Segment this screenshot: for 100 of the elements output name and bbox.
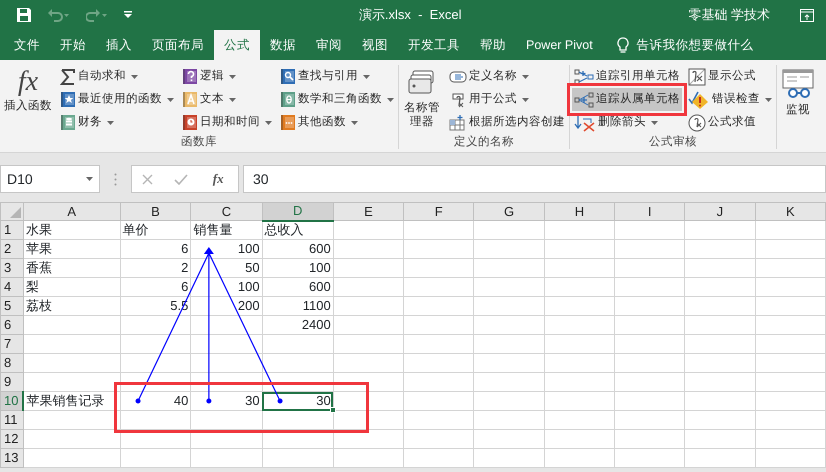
letter-book-icon (182, 91, 198, 108)
ribbon-tab[interactable]: 视图 (352, 30, 398, 60)
table-cell: 2400 (302, 317, 331, 332)
row-header[interactable]: 4 (0, 278, 24, 296)
trace-precedents-icon (574, 68, 594, 84)
ribbon-button[interactable]: 数学和三角函数 (278, 88, 396, 111)
column-header[interactable]: F (404, 202, 474, 220)
select-all-icon[interactable] (10, 207, 21, 218)
row-header[interactable]: 9 (0, 372, 24, 392)
ribbon-button[interactable]: 根据所选内容创建 (447, 111, 567, 134)
ribbon-button[interactable]: 财务 (58, 111, 176, 134)
ribbon-button[interactable]: 其他函数 (278, 111, 396, 134)
column-header[interactable]: H (544, 202, 615, 220)
star-book-icon (60, 91, 76, 108)
ribbon-tab[interactable]: 开始 (50, 30, 96, 60)
ribbon-button[interactable]: 查找与引用 (278, 65, 396, 88)
ribbon-button[interactable]: 文本 (180, 88, 274, 111)
customize-icon[interactable] (124, 11, 132, 19)
function-icon: fx (18, 65, 38, 99)
fill-handle[interactable] (330, 407, 336, 413)
row-header[interactable]: 1 (0, 220, 24, 240)
table-cell: 荔枝 (26, 298, 52, 313)
table-cell: 水果 (26, 222, 52, 237)
cancel-icon[interactable] (142, 174, 154, 184)
ribbon-button[interactable]: 监视 (779, 65, 817, 117)
ribbon-button[interactable]: 日期和时间 (180, 111, 274, 134)
column-header[interactable]: J (684, 202, 756, 220)
ribbon-tab[interactable]: 插入 (96, 30, 142, 60)
show-formulas-icon (688, 68, 706, 86)
table-cell: 200 (238, 298, 260, 313)
table-cell: 100 (309, 260, 331, 275)
ribbon-button[interactable]: fx 插入函数 (2, 65, 54, 113)
ribbon-tab[interactable]: 文件 (4, 30, 50, 60)
formula-field[interactable]: 30 (243, 165, 826, 193)
table-create-icon (449, 114, 467, 130)
ribbon-button[interactable]: 追踪引用单元格 (572, 65, 682, 88)
sigma-icon (60, 68, 76, 84)
table-cell: 100 (238, 241, 260, 256)
table-cell: 600 (309, 279, 331, 294)
table-cell: 1100 (302, 298, 331, 313)
table-cell: 单价 (122, 222, 149, 237)
ribbon-button[interactable]: 用于公式 (447, 88, 567, 111)
ribbon-tab[interactable]: 数据 (260, 30, 306, 60)
row-header[interactable]: 3 (0, 258, 24, 278)
ribbon-display-icon[interactable] (800, 8, 814, 22)
table-cell: 6 (181, 241, 188, 256)
insert-function-button[interactable]: fx (208, 169, 228, 189)
database-book-icon (60, 114, 76, 131)
row-header[interactable]: 7 (0, 334, 24, 354)
group-label: 定义的名称 (453, 136, 515, 149)
theta-book-icon (280, 91, 296, 108)
column-header[interactable]: G (474, 202, 544, 220)
column-header[interactable]: K (755, 202, 826, 220)
table-cell: 香蕉 (26, 260, 52, 275)
row-header[interactable]: 11 (0, 410, 24, 430)
magnifier-book-icon (280, 68, 296, 85)
ribbon-button[interactable]: 最近使用的函数 (58, 88, 176, 111)
ribbon-tab[interactable]: 帮助 (470, 30, 516, 60)
row-header[interactable]: 8 (0, 354, 24, 372)
column-header[interactable]: A (23, 202, 120, 220)
name-box[interactable]: D10 (0, 165, 100, 193)
ribbon-button[interactable]: 自动求和 (58, 65, 176, 88)
save-icon[interactable] (16, 7, 32, 23)
column-header[interactable]: B (120, 202, 191, 220)
column-header[interactable]: E (333, 202, 404, 220)
table-cell: 2 (181, 260, 188, 275)
column-header[interactable]: I (614, 202, 685, 220)
row-header[interactable]: 6 (0, 316, 24, 334)
ribbon-button[interactable]: 删除箭头 (572, 111, 682, 134)
ribbon-tab[interactable]: 审阅 (306, 30, 352, 60)
row-header[interactable]: 12 (0, 430, 24, 448)
tell-me-search[interactable]: 告诉我你想要做什么 (606, 30, 764, 60)
caret-icon (86, 177, 93, 181)
ribbon-button[interactable]: 公式求值 (686, 111, 774, 134)
ribbon-tab[interactable]: 页面布局 (142, 30, 214, 60)
row-header[interactable]: 10 (0, 392, 24, 410)
enter-icon[interactable] (174, 174, 188, 184)
ribbon-button[interactable]: 名称管理器 (401, 65, 443, 129)
group-label: 公式审核 (648, 136, 698, 149)
ribbon-button[interactable]: 显示公式 (686, 65, 774, 88)
row-header[interactable]: 5 (0, 296, 24, 316)
user-name: 零基础 学技术 (688, 6, 770, 24)
row-header[interactable]: 2 (0, 240, 24, 258)
column-header[interactable]: C (190, 202, 262, 220)
lightbulb-icon (616, 36, 629, 54)
table-cell: 100 (238, 279, 260, 294)
ribbon-button[interactable]: 逻辑 (180, 65, 274, 88)
ribbon-tab[interactable]: 公式 (214, 30, 260, 60)
table-cell: 总收入 (264, 222, 304, 238)
ribbon-button[interactable]: 追踪从属单元格 (572, 88, 682, 111)
column-header[interactable]: D (262, 202, 334, 220)
ribbon-tab[interactable]: Power Pivot (516, 30, 603, 60)
table-cell: 30 (316, 393, 331, 408)
dots-book-icon (280, 114, 296, 131)
table-cell: 600 (309, 241, 331, 256)
row-header[interactable]: 13 (0, 448, 24, 468)
ribbon-button[interactable]: 错误检查 (686, 88, 774, 111)
ribbon-tab[interactable]: 开发工具 (398, 30, 470, 60)
ribbon-button[interactable]: 定义名称 (447, 65, 567, 88)
table-cell: 梨 (26, 279, 39, 294)
